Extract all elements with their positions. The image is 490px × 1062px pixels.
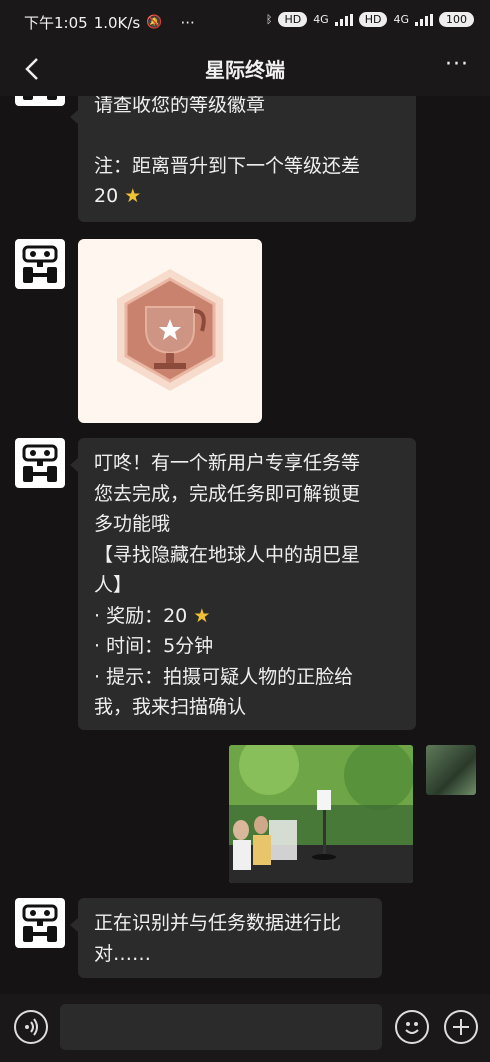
message-text: · 奖励：20	[94, 604, 188, 627]
chat-area[interactable]: 请查收您的等级徽章 注：距离晋升到下一个等级还差 20 ★ 叮咚！有一个新用户专…	[0, 96, 490, 994]
message-text: 多功能哦	[94, 513, 171, 535]
photo-scene-image	[229, 745, 413, 883]
battery-indicator: 100	[439, 12, 474, 27]
message-text: · 时间：5分钟	[94, 635, 214, 657]
level-badge-image[interactable]	[78, 239, 262, 423]
signal-icon-2	[415, 13, 433, 26]
message-text: 叮咚！有一个新用户专享任务等	[94, 452, 361, 474]
message-text: 【寻找隐藏在地球人中的胡巴星	[94, 543, 361, 566]
add-button[interactable]	[444, 1010, 478, 1044]
trophy-badge-icon	[117, 269, 223, 391]
nav-bar: 星际终端 ···	[0, 44, 490, 96]
signal-icon	[334, 13, 353, 26]
message-input[interactable]	[60, 1004, 382, 1050]
robot-icon	[22, 245, 58, 283]
message-text: 人】	[94, 574, 133, 596]
sent-photo[interactable]	[229, 745, 413, 883]
emoji-button[interactable]	[395, 1010, 429, 1044]
status-speed: 1.0K/s	[93, 13, 141, 32]
message-text: 注：距离晋升到下一个等级还差	[94, 154, 361, 177]
plus-icon	[453, 1019, 469, 1035]
bluetooth-icon: ᛒ	[265, 13, 273, 26]
message-bubble-level-badge: 请查收您的等级徽章 注：距离晋升到下一个等级还差 20 ★	[70, 96, 416, 222]
message-bubble-task: 叮咚！有一个新用户专享任务等 您去完成，完成任务即可解锁更 多功能哦 【寻找隐藏…	[70, 438, 416, 730]
robot-icon	[22, 444, 58, 482]
emoji-icon	[405, 1022, 419, 1034]
mute-icon: 🔕	[146, 15, 163, 30]
message-bubble-recognizing: 正在识别并与任务数据进行比 对……	[70, 898, 382, 978]
bot-avatar[interactable]	[15, 438, 65, 488]
star-icon: ★	[124, 185, 142, 207]
status-bar: 下午1:05 1.0K/s 🔕 ··· ᛒ HD 4G HD 4G 100	[0, 0, 490, 44]
message-text: 我，我来扫描确认	[94, 696, 247, 718]
chat-title: 星际终端	[205, 58, 285, 82]
message-text: 您去完成，完成任务即可解锁更	[94, 482, 361, 505]
bot-avatar[interactable]	[15, 96, 65, 106]
voice-button[interactable]	[14, 1010, 48, 1044]
message-text: 正在识别并与任务数据进行比	[94, 912, 342, 934]
message-text: 对……	[94, 942, 152, 965]
robot-icon	[22, 904, 58, 942]
hd-badge-1: HD	[278, 12, 308, 27]
hd-badge-2: HD	[358, 12, 388, 27]
bot-avatar[interactable]	[15, 898, 65, 948]
bot-avatar[interactable]	[15, 239, 65, 289]
more-options-button[interactable]: ···	[442, 54, 472, 80]
status-time: 下午1:05	[24, 14, 88, 32]
message-text: 20	[94, 185, 119, 207]
user-avatar[interactable]	[426, 745, 476, 795]
status-more: ···	[180, 13, 195, 32]
message-text: 请查收您的等级徽章	[94, 96, 266, 116]
star-icon: ★	[193, 604, 211, 627]
voice-icon	[25, 1018, 38, 1036]
net-label-1: 4G	[313, 13, 329, 26]
robot-icon	[23, 96, 57, 100]
net-label-2: 4G	[393, 13, 409, 26]
input-bar	[0, 994, 490, 1062]
message-text: · 提示：拍摄可疑人物的正脸给	[94, 665, 354, 688]
